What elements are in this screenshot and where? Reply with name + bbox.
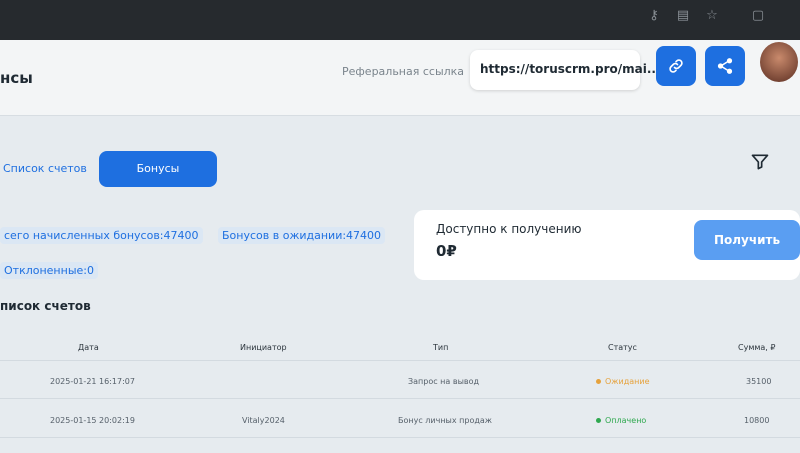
column-header-amount: Сумма, ₽ — [738, 343, 776, 352]
row-type: Запрос на вывод — [408, 377, 480, 386]
share-button[interactable] — [705, 46, 745, 86]
column-header-type: Тип — [433, 343, 449, 352]
table-divider — [0, 437, 800, 438]
share-icon — [717, 58, 733, 74]
star-icon[interactable]: ☆ — [704, 8, 720, 24]
row-amount: 35100 — [746, 377, 772, 386]
key-icon[interactable]: ⚷ — [646, 8, 662, 24]
page-title: нсы — [0, 69, 33, 87]
available-card: Доступно к получению 0₽ Получить — [414, 210, 800, 280]
copy-link-button[interactable] — [656, 46, 696, 86]
row-status-label: Ожидание — [605, 377, 650, 386]
row-initiator: Vitaly2024 — [242, 416, 285, 425]
referral-label: Реферальная ссылка — [342, 65, 465, 78]
section-title: писок счетов — [0, 299, 91, 313]
pending-bonuses-stat: Бонусов в ожидании:47400 — [218, 227, 386, 244]
row-date: 2025-01-15 20:02:19 — [50, 416, 135, 425]
extension-icon[interactable]: ▢ — [750, 8, 766, 24]
row-status-label: Оплачено — [605, 416, 647, 425]
tab-bonuses[interactable]: Бонусы — [99, 151, 217, 187]
translate-icon[interactable]: ▤ — [675, 8, 691, 24]
status-dot-icon — [596, 379, 601, 384]
row-status: Ожидание — [596, 377, 650, 386]
link-icon — [669, 59, 683, 73]
tab-accounts-list[interactable]: Список счетов — [0, 153, 93, 185]
column-header-initiator: Инициатор — [240, 343, 287, 352]
get-button[interactable]: Получить — [694, 220, 800, 260]
available-label: Доступно к получению — [436, 222, 582, 236]
browser-toolbar: ⚷ ▤ ☆ ▢ — [0, 0, 800, 40]
column-header-status: Статус — [608, 343, 637, 352]
table-divider — [0, 398, 800, 399]
total-bonuses-stat: сего начисленных бонусов:47400 — [0, 227, 203, 244]
user-avatar[interactable] — [760, 42, 798, 82]
referral-link-field[interactable]: https://toruscrm.pro/mai... — [470, 50, 661, 90]
rejected-stat: Отклоненные:0 — [0, 262, 98, 279]
row-date: 2025-01-21 16:17:07 — [50, 377, 135, 386]
row-status: Оплачено — [596, 416, 646, 425]
available-value: 0₽ — [436, 242, 457, 260]
row-type: Бонус личных продаж — [398, 416, 492, 425]
row-amount: 10800 — [744, 416, 770, 425]
column-header-date: Дата — [78, 343, 99, 352]
referral-link-value: https://toruscrm.pro/mai... — [480, 62, 661, 76]
table-divider — [0, 360, 800, 361]
status-dot-icon — [596, 418, 601, 423]
filter-icon[interactable] — [750, 152, 770, 172]
